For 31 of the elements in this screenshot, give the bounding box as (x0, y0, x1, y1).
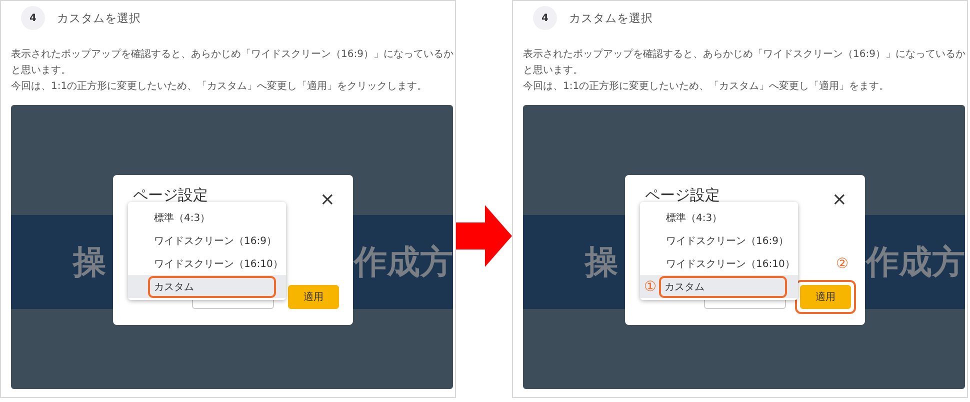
option-label: カスタム (154, 282, 194, 292)
step-marker: ① (644, 278, 657, 294)
dropdown-option[interactable]: ワイドスクリーン（16:9） (640, 229, 798, 252)
slide-title-text: 作成方 (866, 240, 965, 282)
apply-button[interactable]: 適用 (800, 285, 851, 309)
step-marker: ② (836, 256, 849, 272)
close-button[interactable]: × (320, 189, 335, 210)
dropdown-option[interactable]: ワイドスクリーン（16:10） (640, 252, 798, 275)
dialog-title: ページ設定 (133, 186, 208, 205)
dropdown-option[interactable]: ワイドスクリーン（16:10） (128, 252, 286, 275)
step-title: カスタムを選択 (569, 10, 653, 26)
instruction-text: 今回は、1:1の正方形に変更したいため、「カスタム」へ変更し「適用」をクリックします。 (11, 80, 428, 94)
arrow-icon (456, 204, 512, 268)
step-number: 4 (21, 6, 45, 30)
instruction-text: 表示されたポップアップを確認すると、あらかじめ「ワイドスクリーン（16:9）」になっているかと思います。 (523, 48, 966, 78)
step-title: カスタムを選択 (57, 10, 141, 26)
close-button[interactable]: × (832, 189, 847, 210)
instruction-text: 表示されたポップアップを確認すると、あらかじめ「ワイドスクリーン（16:9）」になっているかと思います。 (11, 48, 454, 78)
slide-title-text: 操 (585, 240, 618, 282)
slide-title-text: 作成方 (354, 240, 453, 282)
dropdown-option[interactable]: カスタム (128, 275, 286, 298)
apply-button[interactable]: 適用 (288, 285, 339, 309)
dialog-title: ページ設定 (645, 186, 720, 205)
slide-title-text: 操 (73, 240, 106, 282)
option-label: カスタム (664, 282, 705, 292)
dropdown-option[interactable]: ワイドスクリーン（16:9） (128, 229, 286, 252)
dropdown-option[interactable]: 標準（4:3） (128, 206, 286, 229)
instruction-text: 今回は、1:1の正方形に変更したいため、「カスタム」へ変更し「適用」をます。 (523, 80, 890, 94)
dropdown-option[interactable]: ① カスタム (640, 275, 798, 298)
step-number: 4 (533, 6, 557, 30)
dropdown-option[interactable]: 標準（4:3） (640, 206, 798, 229)
